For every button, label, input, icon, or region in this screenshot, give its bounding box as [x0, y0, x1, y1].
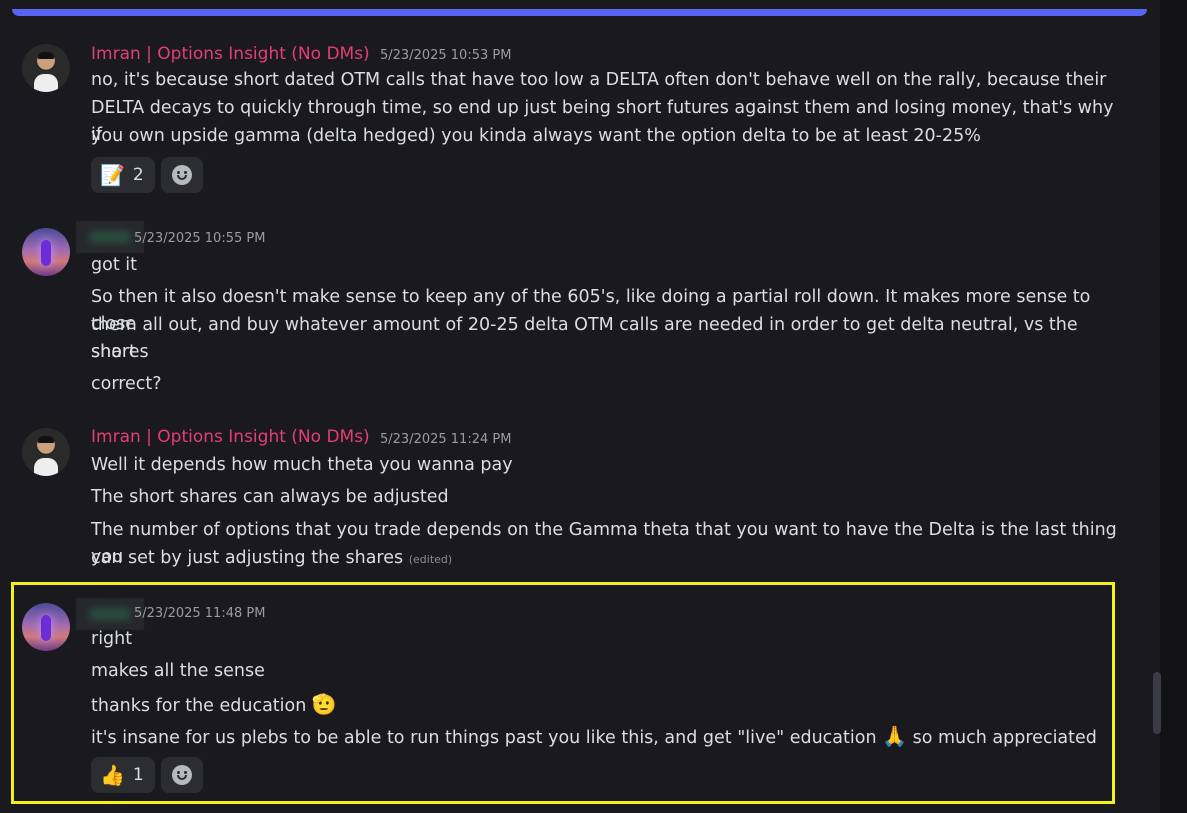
new-messages-bar[interactable] [12, 9, 1147, 16]
avatar[interactable] [22, 428, 70, 476]
highlight-box [11, 582, 1115, 804]
message-line-text: can set by just adjusting the shares [91, 548, 404, 568]
avatar[interactable] [22, 44, 70, 92]
author-name[interactable]: Imran | Options Insight (No DMs) [91, 427, 370, 447]
message-line: Well it depends how much theta you wanna… [91, 455, 513, 475]
message-line: correct? [91, 374, 162, 394]
author-name[interactable]: Imran | Options Insight (No DMs) [91, 44, 370, 64]
message-line: you own upside gamma (delta hedged) you … [91, 126, 981, 146]
memo-emoji: 📝 [100, 163, 125, 187]
avatar-shirt [34, 458, 58, 476]
avatar-hair [38, 52, 54, 59]
reaction-count: 2 [132, 165, 144, 185]
reaction-memo[interactable]: 📝 2 [91, 157, 155, 193]
message-line: shares [91, 342, 149, 362]
scrollbar-thumb[interactable] [1153, 672, 1161, 734]
avatar-hair [38, 436, 54, 443]
avatar-shirt [34, 74, 58, 92]
message-timestamp: 5/23/2025 11:24 PM [380, 432, 512, 447]
message-line: got it [91, 255, 137, 275]
smiley-icon [172, 165, 192, 185]
edited-label: (edited) [408, 553, 453, 566]
avatar[interactable] [22, 228, 70, 276]
message-timestamp: 5/23/2025 10:55 PM [134, 231, 266, 246]
message-line: can set by just adjusting the shares (ed… [91, 545, 1121, 573]
avatar-figure [41, 240, 51, 266]
add-reaction-button[interactable] [161, 157, 203, 193]
message-line: The short shares can always be adjusted [91, 487, 449, 507]
message-line: no, it's because short dated OTM calls t… [91, 70, 1107, 90]
scrollbar-track [1160, 0, 1187, 813]
message-timestamp: 5/23/2025 10:53 PM [380, 48, 512, 63]
